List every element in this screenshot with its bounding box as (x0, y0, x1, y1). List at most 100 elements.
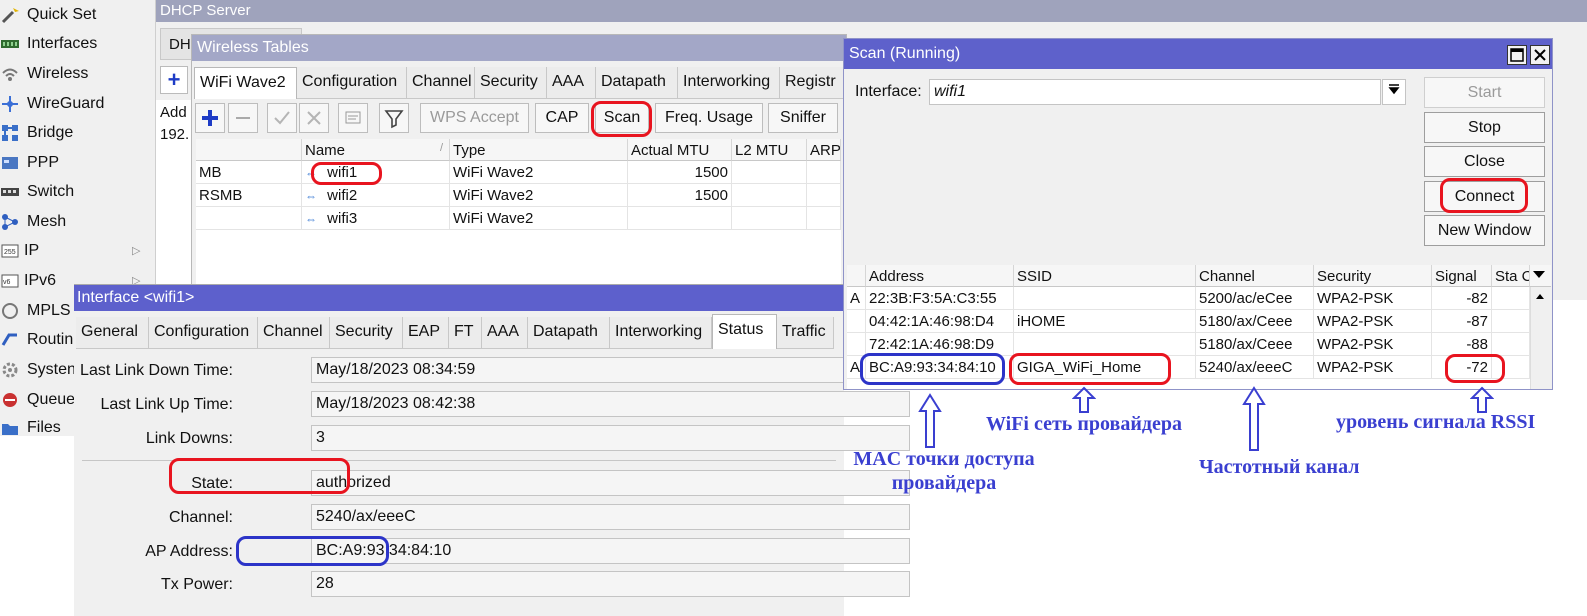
sniffer-button[interactable]: Sniffer (768, 103, 838, 133)
column-header-signal[interactable]: Signal (1432, 265, 1492, 287)
scrollbar[interactable] (1530, 287, 1551, 389)
table-cell-station[interactable] (1492, 356, 1530, 379)
tab-wifi-wave2[interactable]: WiFi Wave2 (194, 67, 297, 99)
column-header-channel[interactable]: Channel (1196, 265, 1314, 287)
table-cell-flags[interactable]: RSMB (196, 184, 302, 207)
enable-button[interactable] (267, 103, 297, 133)
tab-status[interactable]: Status (712, 314, 777, 349)
table-cell-arp[interactable] (807, 207, 841, 230)
table-cell-channel[interactable]: 5180/ax/Ceee (1196, 333, 1314, 356)
tab-datapath[interactable]: Datapath (528, 317, 610, 349)
start-button[interactable]: Start (1424, 77, 1545, 108)
table-cell-flag[interactable]: A (847, 287, 866, 310)
column-header-address[interactable]: Address (866, 265, 1014, 287)
tab-aaa[interactable]: AAA (482, 317, 528, 349)
new-window-button[interactable]: New Window (1424, 215, 1545, 246)
table-cell-station[interactable] (1492, 287, 1530, 310)
table-cell-type[interactable]: WiFi Wave2 (450, 184, 628, 207)
connect-button[interactable]: Connect (1424, 181, 1545, 212)
table-cell-mtu[interactable]: 1500 (628, 184, 732, 207)
table-cell-address[interactable]: 22:3B:F3:5A:C3:55 (866, 287, 1014, 310)
table-cell-l2mtu[interactable] (732, 207, 807, 230)
column-header-security[interactable]: Security (1314, 265, 1432, 287)
scan-button[interactable]: Scan (595, 103, 649, 133)
table-cell-station[interactable] (1492, 333, 1530, 356)
tab-eap[interactable]: EAP (403, 317, 449, 349)
table-cell-address[interactable]: 72:42:1A:46:98:D9 (866, 333, 1014, 356)
menu-item-wireguard[interactable]: WireGuard (0, 89, 156, 119)
maximize-button[interactable] (1507, 45, 1527, 65)
menu-item-switch[interactable]: Switch (0, 177, 156, 207)
table-cell-security[interactable]: WPA2-PSK (1314, 310, 1432, 333)
tab-traffic[interactable]: Traffic (777, 317, 834, 349)
column-header-l2-mtu[interactable]: L2 MTU (732, 139, 807, 161)
filter-button[interactable] (379, 103, 409, 133)
table-cell-signal[interactable]: -82 (1432, 287, 1492, 310)
table-row-wifi3[interactable]: ⇔ wifi3 (302, 207, 450, 230)
remove-button[interactable] (228, 103, 258, 133)
tab-security[interactable]: Security (475, 67, 547, 99)
table-cell-security[interactable]: WPA2-PSK (1314, 287, 1432, 310)
table-cell-type[interactable]: WiFi Wave2 (450, 161, 628, 184)
tab-aaa[interactable]: AAA (547, 67, 596, 99)
table-cell-address[interactable]: 04:42:1A:46:98:D4 (866, 310, 1014, 333)
table-cell-arp[interactable] (807, 161, 841, 184)
wps-accept-button[interactable]: WPS Accept (420, 103, 529, 133)
menu-item-ip[interactable]: 255 IP ▷ (0, 236, 156, 266)
freq-usage-button[interactable]: Freq. Usage (655, 103, 763, 133)
column-header-address[interactable]: Add (160, 104, 187, 121)
dropdown-button[interactable] (1382, 79, 1406, 105)
tab-configuration[interactable]: Configuration (297, 67, 407, 99)
table-cell-flags[interactable]: MB (196, 161, 302, 184)
table-cell-signal[interactable]: -87 (1432, 310, 1492, 333)
table-cell-ssid[interactable]: iHOME (1014, 310, 1196, 333)
column-header-station[interactable]: Sta C (1492, 265, 1530, 287)
table-cell-arp[interactable] (807, 184, 841, 207)
table-cell-address[interactable]: BC:A9:93:34:84:10 (866, 356, 1014, 379)
table-cell-channel[interactable]: 5240/ax/eeeC (1196, 356, 1314, 379)
disable-button[interactable] (299, 103, 329, 133)
table-cell-l2mtu[interactable] (732, 161, 807, 184)
table-cell-channel[interactable]: 5200/ac/eCee (1196, 287, 1314, 310)
menu-item-quick-set[interactable]: Quick Set (0, 0, 156, 30)
add-button[interactable]: + (160, 66, 188, 94)
table-cell-channel[interactable]: 5180/ax/Ceee (1196, 310, 1314, 333)
cap-button[interactable]: CAP (535, 103, 589, 133)
tab-channel[interactable]: Channel (258, 317, 330, 349)
table-row-wifi2[interactable]: ⇔ wifi2 (302, 184, 450, 207)
table-cell-security[interactable]: WPA2-PSK (1314, 333, 1432, 356)
table-cell-security[interactable]: WPA2-PSK (1314, 356, 1432, 379)
tab-interworking[interactable]: Interworking (610, 317, 712, 349)
tab-ft[interactable]: FT (449, 317, 482, 349)
column-header-flag[interactable] (847, 265, 866, 287)
table-cell-signal[interactable]: -72 (1432, 356, 1492, 379)
tab-general[interactable]: General (76, 317, 149, 349)
table-cell-mtu[interactable]: 1500 (628, 161, 732, 184)
column-header-flags[interactable] (196, 139, 302, 161)
menu-item-ppp[interactable]: PPP (0, 148, 156, 178)
scroll-down-button[interactable] (1530, 265, 1551, 287)
table-cell-mtu[interactable] (628, 207, 732, 230)
table-cell-l2mtu[interactable] (732, 184, 807, 207)
table-row-wifi1[interactable]: ⇔ wifi1 (302, 161, 450, 184)
menu-item-wireless[interactable]: Wireless (0, 59, 156, 89)
table-cell-flag[interactable] (847, 310, 866, 333)
table-cell-ssid[interactable] (1014, 287, 1196, 310)
comment-button[interactable] (338, 103, 368, 133)
table-cell-ssid[interactable] (1014, 333, 1196, 356)
tab-configuration[interactable]: Configuration (149, 317, 258, 349)
table-cell-signal[interactable]: -88 (1432, 333, 1492, 356)
stop-button[interactable]: Stop (1424, 112, 1545, 143)
table-cell-flag[interactable]: A (847, 356, 866, 379)
menu-item-mesh[interactable]: Mesh (0, 207, 156, 237)
column-header-name[interactable]: Name / (302, 139, 450, 161)
table-cell-flag[interactable] (847, 333, 866, 356)
table-cell-ssid[interactable]: GIGA_WiFi_Home (1014, 356, 1196, 379)
column-header-actual-mtu[interactable]: Actual MTU (628, 139, 732, 161)
close-window-button[interactable] (1530, 45, 1550, 65)
table-cell-type[interactable]: WiFi Wave2 (450, 207, 628, 230)
column-header-ssid[interactable]: SSID (1014, 265, 1196, 287)
table-cell-station[interactable] (1492, 310, 1530, 333)
menu-item-bridge[interactable]: Bridge (0, 118, 156, 148)
tab-datapath[interactable]: Datapath (596, 67, 678, 99)
